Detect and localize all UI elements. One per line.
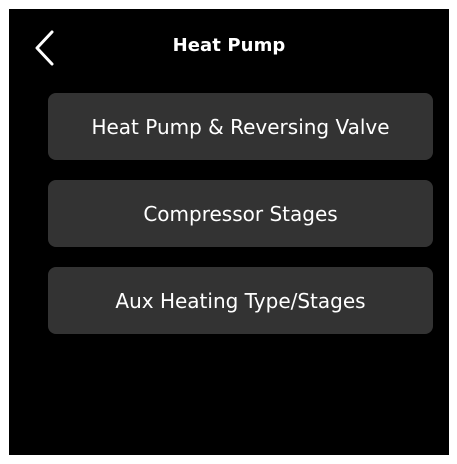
menu-item-heat-pump-reversing-valve[interactable]: Heat Pump & Reversing Valve: [48, 93, 433, 160]
menu-list: Heat Pump & Reversing Valve Compressor S…: [48, 93, 433, 354]
menu-item-compressor-stages[interactable]: Compressor Stages: [48, 180, 433, 247]
menu-item-aux-heating-type-stages[interactable]: Aux Heating Type/Stages: [48, 267, 433, 334]
thermostat-screen: Heat Pump Heat Pump & Reversing Valve Co…: [9, 9, 449, 455]
page-title: Heat Pump: [172, 35, 286, 56]
